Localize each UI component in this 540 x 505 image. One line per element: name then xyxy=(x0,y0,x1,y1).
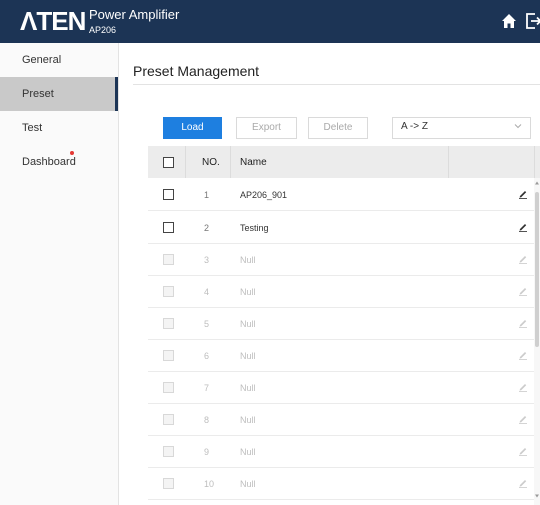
chevron-down-icon xyxy=(514,124,522,129)
row-checkbox xyxy=(163,382,174,393)
row-name: Null xyxy=(240,255,256,265)
table-row: 10 Null xyxy=(148,467,534,500)
title-divider xyxy=(133,84,540,85)
row-checkbox xyxy=(163,318,174,329)
row-checkbox xyxy=(163,446,174,457)
table-row[interactable]: 1 AP206_901 xyxy=(148,178,534,211)
row-name: Testing xyxy=(240,223,269,233)
load-button[interactable]: Load xyxy=(163,117,222,139)
sidebar-item-label: Test xyxy=(22,122,43,134)
row-number: 5 xyxy=(204,319,210,329)
edit-icon[interactable] xyxy=(518,189,528,199)
aten-logo: ΛTEN xyxy=(20,6,86,36)
column-divider xyxy=(534,146,535,178)
sidebar: General Preset Test Dashboard xyxy=(0,43,119,505)
column-divider xyxy=(230,146,231,178)
scroll-up-arrow-icon[interactable] xyxy=(535,181,539,185)
row-name: AP206_901 xyxy=(240,190,288,200)
export-button[interactable]: Export xyxy=(236,117,297,139)
sidebar-item-dashboard[interactable]: Dashboard xyxy=(0,145,118,179)
device-model: AP206 xyxy=(89,25,117,35)
row-number: 4 xyxy=(204,287,210,297)
sidebar-item-test[interactable]: Test xyxy=(0,111,118,145)
scrollbar-thumb[interactable] xyxy=(535,192,539,347)
notification-dot xyxy=(70,151,74,155)
row-number: 1 xyxy=(204,190,210,200)
edit-icon xyxy=(519,320,527,328)
delete-button[interactable]: Delete xyxy=(308,117,368,139)
row-number: 3 xyxy=(204,255,210,265)
app-title: Power Amplifier xyxy=(89,7,180,22)
row-name: Null xyxy=(240,351,256,361)
row-checkbox[interactable] xyxy=(163,222,174,233)
row-checkbox xyxy=(163,286,174,297)
edit-icon xyxy=(519,384,527,392)
row-checkbox[interactable] xyxy=(163,189,174,200)
sidebar-item-general[interactable]: General xyxy=(0,43,118,77)
column-header-no: NO. xyxy=(202,157,220,168)
column-divider xyxy=(448,146,449,178)
table-row: 5 Null xyxy=(148,307,534,340)
edit-icon xyxy=(519,352,527,360)
row-checkbox xyxy=(163,414,174,425)
logout-icon[interactable] xyxy=(525,12,540,30)
row-name: Null xyxy=(240,479,256,489)
select-all-checkbox[interactable] xyxy=(163,157,174,168)
row-number: 10 xyxy=(204,479,215,489)
edit-icon xyxy=(519,480,527,488)
row-checkbox xyxy=(163,350,174,361)
sort-value: A -> Z xyxy=(401,121,428,132)
top-bar: ΛTEN Power Amplifier AP206 xyxy=(0,0,540,43)
active-indicator xyxy=(115,77,118,111)
sidebar-item-label: Dashboard xyxy=(22,156,76,168)
column-divider xyxy=(185,146,186,178)
column-header-name: Name xyxy=(240,157,267,168)
table-row: 8 Null xyxy=(148,403,534,436)
row-number: 7 xyxy=(204,383,210,393)
sidebar-item-label: Preset xyxy=(22,88,54,100)
edit-icon xyxy=(519,448,527,456)
sidebar-item-preset[interactable]: Preset xyxy=(0,77,118,111)
row-name: Null xyxy=(240,447,256,457)
table-row: 4 Null xyxy=(148,275,534,308)
row-number: 8 xyxy=(204,415,210,425)
row-name: Null xyxy=(240,287,256,297)
row-number: 6 xyxy=(204,351,210,361)
sidebar-item-label: General xyxy=(22,54,62,66)
row-checkbox xyxy=(163,254,174,265)
edit-icon[interactable] xyxy=(518,222,528,232)
scroll-down-arrow-icon[interactable] xyxy=(535,494,539,498)
sort-select[interactable]: A -> Z xyxy=(392,117,531,139)
row-number: 2 xyxy=(204,223,210,233)
table-row: 7 Null xyxy=(148,371,534,404)
row-checkbox xyxy=(163,478,174,489)
edit-icon xyxy=(519,256,527,264)
table-row[interactable]: 2 Testing xyxy=(148,211,534,244)
table-row: 9 Null xyxy=(148,435,534,468)
table-row: 3 Null xyxy=(148,243,534,276)
table-row: 6 Null xyxy=(148,339,534,372)
row-name: Null xyxy=(240,383,256,393)
edit-icon xyxy=(519,416,527,424)
home-icon[interactable] xyxy=(501,13,517,29)
row-name: Null xyxy=(240,319,256,329)
page-title: Preset Management xyxy=(133,63,260,79)
table-header: NO. Name xyxy=(148,146,540,178)
row-number: 9 xyxy=(204,447,210,457)
row-name: Null xyxy=(240,415,256,425)
edit-icon xyxy=(519,288,527,296)
